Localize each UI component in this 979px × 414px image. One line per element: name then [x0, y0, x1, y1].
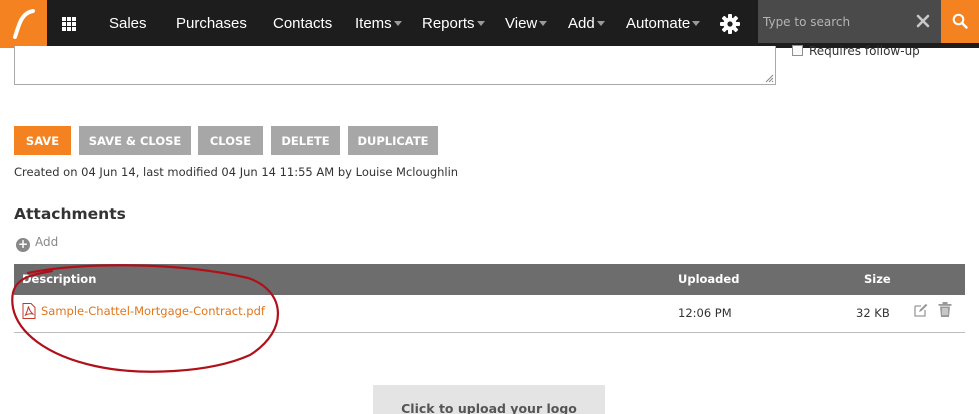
follow-up-label: Requires follow-up: [809, 44, 920, 58]
chevron-down-icon: [596, 21, 605, 26]
nav-contacts[interactable]: Contacts: [273, 0, 332, 48]
attachments-table-header: Description Uploaded Size: [14, 264, 965, 295]
notes-textarea[interactable]: [14, 46, 776, 85]
add-label: Add: [35, 235, 59, 249]
edit-icon[interactable]: [914, 303, 928, 317]
attachment-file-link[interactable]: Sample-Chattel-Mortgage-Contract.pdf: [41, 304, 265, 318]
upload-logo-label: Click to upload your logo: [401, 401, 577, 414]
add-attachment-link[interactable]: + Add: [16, 235, 58, 252]
created-modified-info: Created on 04 Jun 14, last modified 04 J…: [14, 165, 459, 179]
trash-icon[interactable]: [938, 302, 952, 317]
column-description: Description: [22, 272, 97, 286]
column-size: Size: [864, 272, 891, 286]
chevron-down-icon: [476, 21, 485, 26]
requires-follow-up-checkbox[interactable]: Requires follow-up: [792, 44, 920, 60]
uploaded-time: 12:06 PM: [678, 306, 732, 320]
nav-view[interactable]: View: [505, 0, 548, 48]
nav-automate[interactable]: Automate: [626, 0, 701, 48]
plus-circle-icon: +: [16, 237, 30, 252]
clear-search-icon[interactable]: [916, 14, 930, 28]
nav-add[interactable]: Add: [568, 0, 605, 48]
chevron-down-icon: [393, 21, 402, 26]
nav-sales[interactable]: Sales: [109, 0, 147, 48]
save-and-close-button[interactable]: Save & Close: [79, 126, 191, 155]
save-button[interactable]: Save: [14, 126, 71, 155]
chevron-down-icon: [692, 21, 701, 26]
nav-items[interactable]: Items: [355, 0, 402, 48]
search-icon: [952, 13, 968, 29]
column-uploaded: Uploaded: [678, 272, 740, 286]
upload-logo-area[interactable]: Click to upload your logo: [373, 385, 605, 414]
gear-icon[interactable]: [720, 14, 740, 34]
apps-grid-icon[interactable]: [62, 17, 76, 31]
search-input[interactable]: [758, 0, 908, 43]
file-size: 32 KB: [856, 306, 890, 320]
logo-icon[interactable]: [0, 0, 47, 48]
resize-grip-icon[interactable]: [765, 74, 774, 83]
search-button[interactable]: [941, 0, 979, 43]
attachments-heading: Attachments: [14, 205, 126, 223]
search-box: [758, 0, 941, 43]
table-row: Sample-Chattel-Mortgage-Contract.pdf 12:…: [14, 295, 965, 333]
delete-button[interactable]: Delete: [271, 126, 340, 155]
top-navigation-bar: Sales Purchases Contacts Items Reports V…: [0, 0, 979, 48]
duplicate-button[interactable]: Duplicate: [348, 126, 438, 155]
checkbox-box[interactable]: [792, 45, 803, 56]
nav-reports[interactable]: Reports: [422, 0, 485, 48]
close-button[interactable]: Close: [198, 126, 263, 155]
pdf-file-icon: [22, 303, 36, 319]
nav-purchases[interactable]: Purchases: [176, 0, 247, 48]
chevron-down-icon: [539, 21, 548, 26]
